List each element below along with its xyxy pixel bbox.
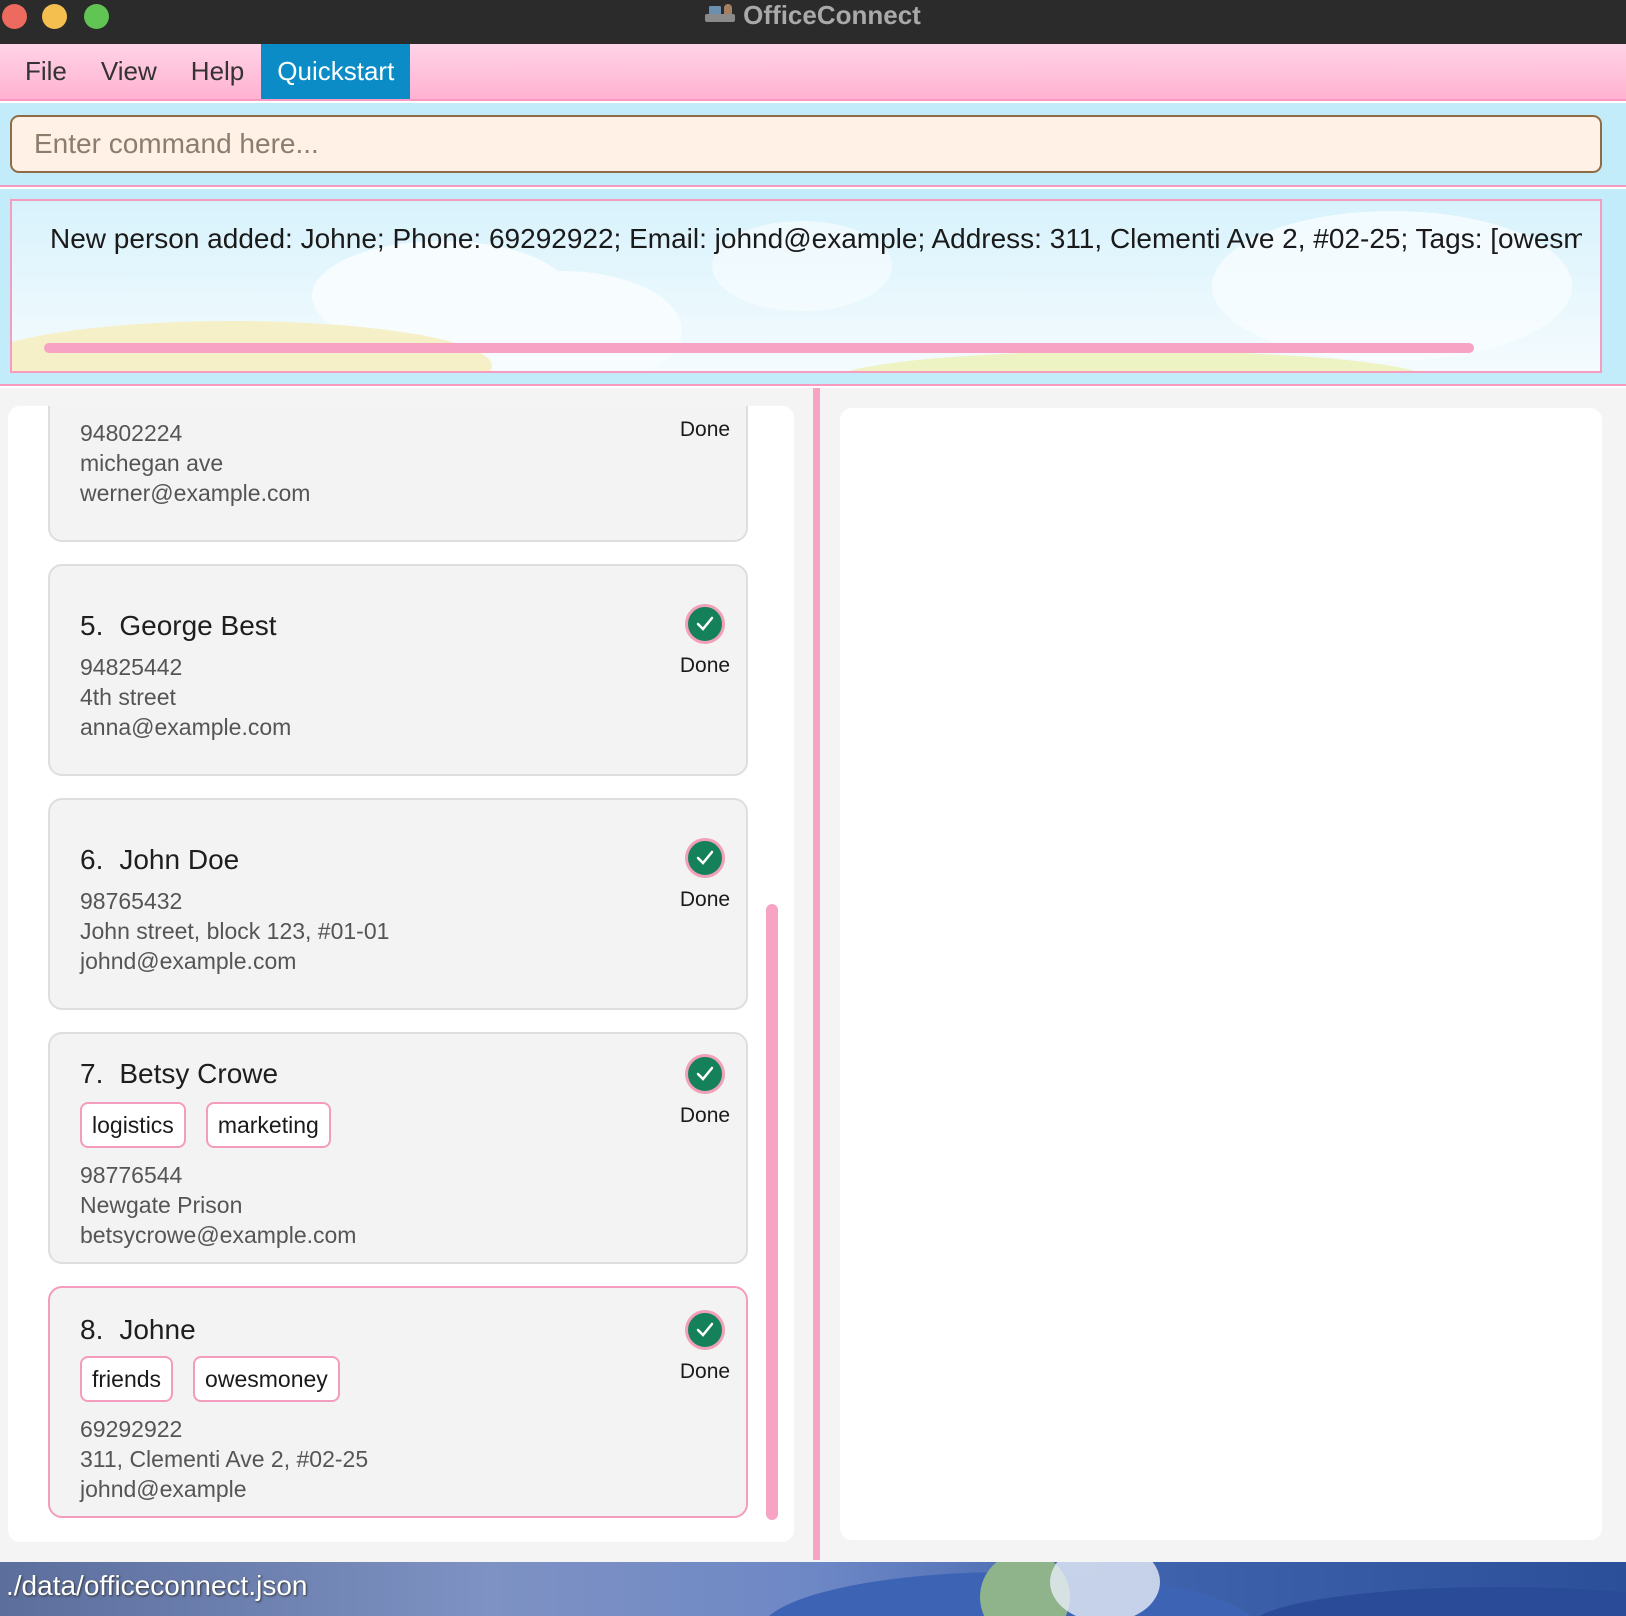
window-title: OfficeConnect: [743, 0, 921, 30]
person-email: johnd@example.com: [80, 948, 297, 974]
person-phone: 94802224: [80, 420, 183, 446]
person-list-scrollbar[interactable]: [766, 904, 778, 1520]
person-name-row: 8. Johne: [80, 1314, 196, 1346]
status-indicator: Done: [665, 838, 745, 912]
person-address: John street, block 123, #01-01: [80, 918, 390, 944]
check-circle-icon: [685, 1054, 725, 1094]
check-circle-icon: [685, 838, 725, 878]
command-input[interactable]: [10, 115, 1602, 173]
person-address: michegan ave: [80, 450, 224, 476]
person-phone: 98765432: [80, 888, 183, 914]
tag-list: friends owesmoney: [80, 1356, 340, 1402]
person-phone: 69292922: [80, 1416, 183, 1442]
result-horizontal-scrollbar[interactable]: [44, 343, 1474, 353]
status-indicator: Done: [665, 1054, 745, 1128]
person-card-selected[interactable]: 8. Johne friends owesmoney 69292922 311,…: [48, 1286, 748, 1518]
status-label: Done: [679, 1360, 731, 1383]
person-phone: 94825442: [80, 654, 183, 680]
menu-quickstart[interactable]: Quickstart: [261, 44, 411, 99]
menu-file[interactable]: File: [8, 44, 84, 99]
status-label: Done: [679, 888, 731, 911]
person-phone: 98776544: [80, 1162, 183, 1188]
person-card[interactable]: 5. George Best 94825442 4th street anna@…: [48, 564, 748, 776]
person-email: johnd@example: [80, 1476, 247, 1502]
status-label: Done: [679, 654, 731, 677]
person-index: 7.: [80, 1058, 104, 1089]
person-name: Betsy Crowe: [119, 1058, 279, 1089]
check-circle-icon: [685, 604, 725, 644]
person-index: 8.: [80, 1314, 104, 1345]
result-display: New person added: Johne; Phone: 69292922…: [10, 199, 1602, 373]
person-name: George Best: [119, 610, 277, 641]
person-card[interactable]: 94802224 michegan ave werner@example.com…: [48, 406, 748, 542]
status-label: Done: [679, 418, 731, 441]
person-index: 6.: [80, 844, 104, 875]
person-index: 5.: [80, 610, 104, 641]
tag-chip: marketing: [205, 1102, 331, 1148]
save-location-path: ./data/officeconnect.json: [6, 1570, 308, 1601]
title-bar: OfficeConnect: [0, 0, 1626, 44]
person-list-panel: 94802224 michegan ave werner@example.com…: [8, 406, 794, 1542]
detail-panel: [840, 408, 1602, 1540]
result-message: New person added: Johne; Phone: 69292922…: [50, 223, 1582, 254]
result-display-area: New person added: Johne; Phone: 69292922…: [0, 189, 1626, 386]
tag-chip: logistics: [80, 1102, 186, 1148]
person-address: 4th street: [80, 684, 176, 710]
person-name-row: 6. John Doe: [80, 844, 239, 876]
tag-chip: owesmoney: [193, 1356, 340, 1402]
menu-help[interactable]: Help: [174, 44, 261, 99]
app-logo-icon: [705, 4, 736, 26]
status-bar: ./data/officeconnect.json: [0, 1562, 1626, 1616]
person-address: Newgate Prison: [80, 1192, 243, 1218]
person-address: 311, Clementi Ave 2, #02-25: [80, 1446, 369, 1472]
tag-chip: friends: [80, 1356, 174, 1402]
menu-view[interactable]: View: [84, 44, 174, 99]
tag-list: logistics marketing: [80, 1102, 331, 1148]
person-email: werner@example.com: [80, 480, 311, 506]
check-circle-icon: [685, 1310, 725, 1350]
status-indicator: Done: [665, 604, 745, 678]
menu-bar: File View Help Quickstart: [0, 44, 1626, 101]
person-name: Johne: [119, 1314, 196, 1345]
person-card[interactable]: 7. Betsy Crowe logistics marketing 98776…: [48, 1032, 748, 1264]
person-card[interactable]: 6. John Doe 98765432 John street, block …: [48, 798, 748, 1010]
command-box-area: [0, 103, 1626, 187]
status-indicator: Done: [665, 418, 745, 442]
split-pane-divider[interactable]: [813, 388, 820, 1560]
person-name-row: 7. Betsy Crowe: [80, 1058, 278, 1090]
person-name: John Doe: [119, 844, 240, 875]
person-email: betsycrowe@example.com: [80, 1222, 357, 1248]
status-indicator: Done: [665, 1310, 745, 1384]
person-email: anna@example.com: [80, 714, 292, 740]
status-label: Done: [679, 1104, 731, 1127]
person-name-row: 5. George Best: [80, 610, 277, 642]
